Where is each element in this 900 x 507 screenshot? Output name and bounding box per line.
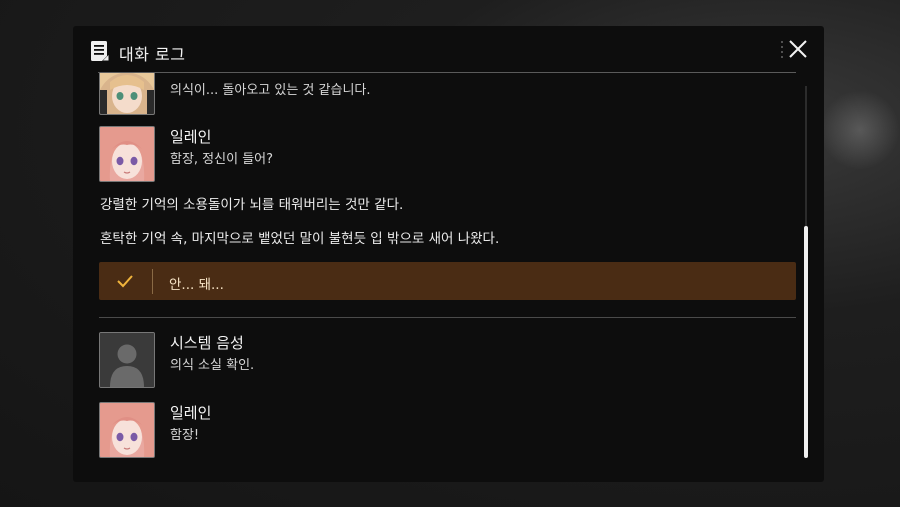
dialogue-line: 의식이... 돌아오고 있는 것 같습니다.: [170, 83, 371, 98]
log-entry: 시스템 음성 의식 소실 확인.: [99, 332, 699, 390]
speaker-name: 일레인: [170, 404, 212, 422]
scrollbar-thumb[interactable]: [804, 226, 808, 458]
check-icon: [117, 275, 133, 288]
log-entry: 의식이... 돌아오고 있는 것 같습니다.: [99, 73, 699, 117]
narration-line: 혼탁한 기억 속, 마지막으로 뱉었던 말이 불현듯 입 밖으로 새어 나왔다.: [100, 231, 500, 247]
background-glow: [820, 90, 900, 170]
choice-label: 안... 돼...: [169, 277, 224, 293]
system-portrait: [99, 332, 155, 388]
speaker-name: 시스템 음성: [170, 334, 244, 352]
log-entry: 일레인 함장!: [99, 402, 699, 460]
section-divider: [99, 317, 796, 318]
character-portrait: [99, 126, 155, 182]
narration-line: 강렬한 기억의 소용돌이가 뇌를 태워버리는 것만 같다.: [100, 197, 404, 213]
log-title: 대화 로그: [119, 45, 186, 64]
close-icon[interactable]: [779, 36, 811, 64]
log-content: 의식이... 돌아오고 있는 것 같습니다. 일레인 함장, 정신이 들어? 강…: [73, 73, 803, 482]
dialogue-log-panel: 대화 로그 의식이... 돌아오고 있는 것 같습니다. 일레인 함장, 정신이…: [73, 26, 824, 482]
log-header: 대화 로그: [73, 26, 824, 72]
speaker-name: 일레인: [170, 128, 212, 146]
log-entry: 일레인 함장, 정신이 들어?: [99, 126, 699, 184]
character-portrait: [99, 73, 155, 115]
log-icon: [91, 41, 109, 61]
dialogue-line: 의식 소실 확인.: [170, 358, 255, 373]
choice-separator: [152, 269, 153, 294]
selected-choice[interactable]: 안... 돼...: [99, 262, 796, 300]
dialogue-line: 함장, 정신이 들어?: [170, 152, 274, 167]
dialogue-line: 함장!: [170, 428, 200, 443]
character-portrait: [99, 402, 155, 458]
